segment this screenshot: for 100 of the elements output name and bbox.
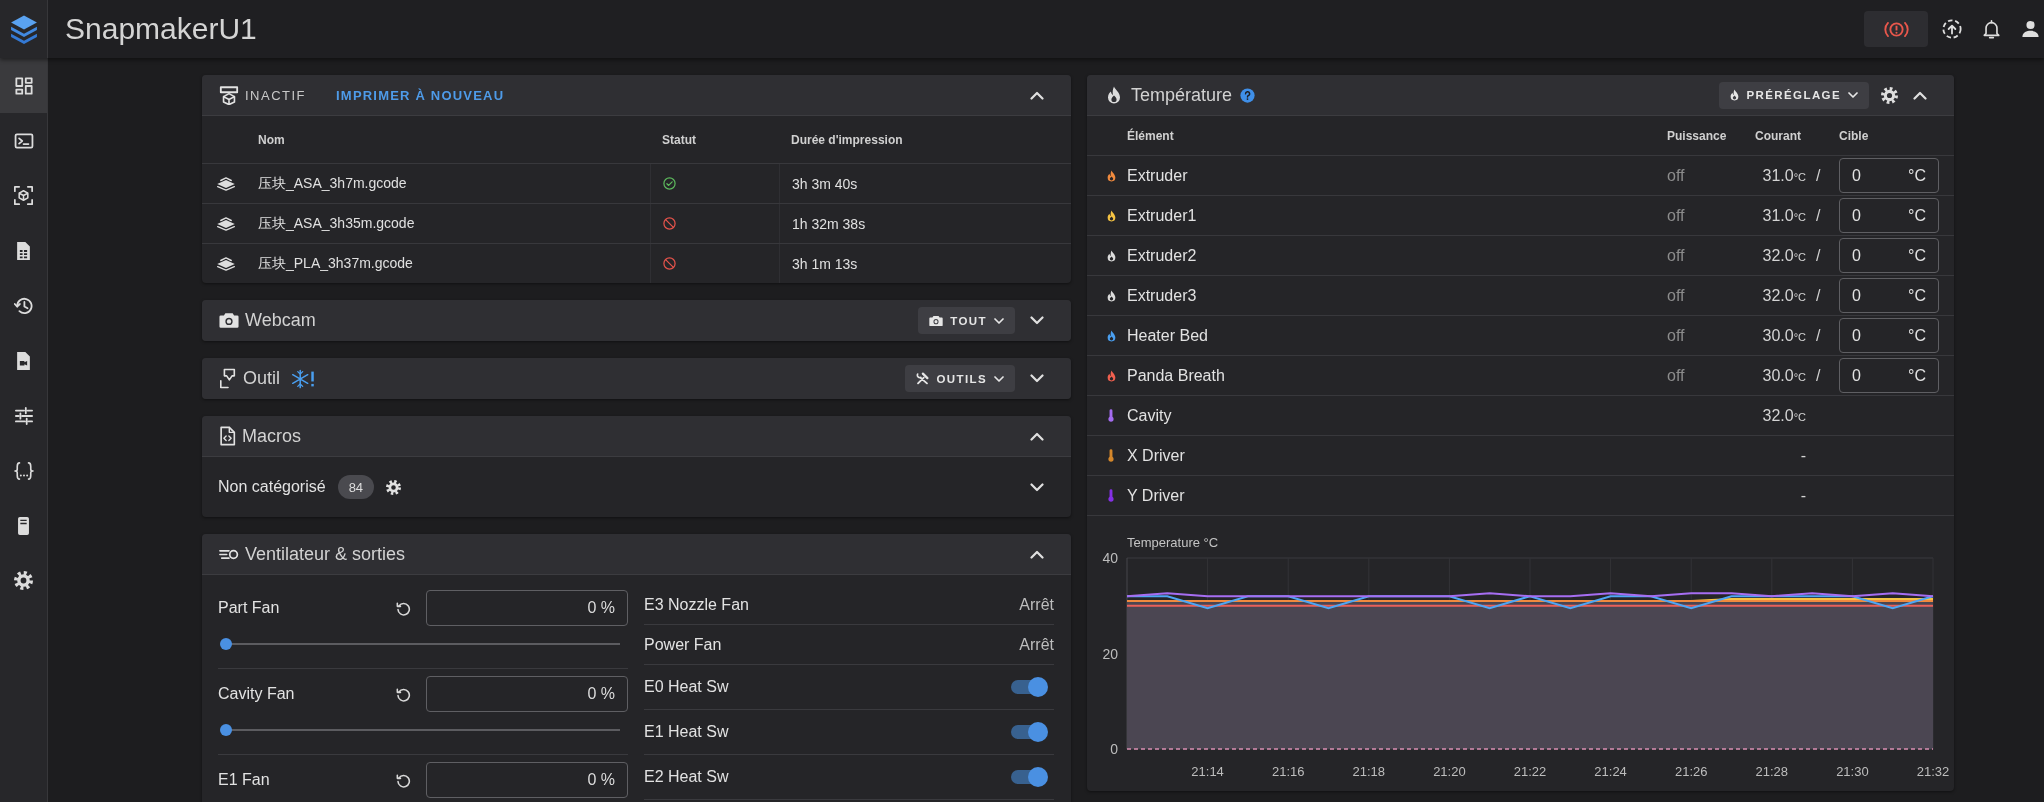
target-temp-field[interactable]: 0 °C bbox=[1839, 238, 1939, 273]
target-temp-field[interactable]: 0 °C bbox=[1839, 278, 1939, 313]
part-thumbnail-icon bbox=[216, 176, 236, 191]
slash-separator: / bbox=[1816, 326, 1821, 345]
sensor-name: Y Driver bbox=[1127, 486, 1186, 505]
output-state: Arrêt bbox=[1019, 595, 1054, 614]
current-temp: 32.0°C bbox=[1761, 406, 1806, 425]
chevron-up-icon[interactable] bbox=[1913, 90, 1927, 100]
chevron-up-icon[interactable] bbox=[1030, 431, 1044, 441]
chevron-down-icon[interactable] bbox=[1030, 316, 1044, 325]
column-header: Cible bbox=[1838, 128, 1870, 143]
menu-button[interactable]: TOUT bbox=[918, 307, 1015, 334]
fan-speed-field[interactable]: 0 % bbox=[426, 762, 628, 798]
fan-speed-field[interactable]: 0 % bbox=[426, 590, 628, 626]
server-icon bbox=[17, 515, 30, 536]
output-name: Power Fan bbox=[644, 635, 722, 654]
x-tick-label: 21:32 bbox=[1916, 764, 1950, 779]
x-tick-label: 21:24 bbox=[1594, 764, 1627, 779]
slash-separator: / bbox=[1816, 166, 1821, 185]
power-cell-text: off bbox=[1666, 206, 1686, 225]
help-icon[interactable] bbox=[1240, 87, 1256, 103]
panel-title: Outil bbox=[243, 368, 280, 389]
output-name: E2 Heat Sw bbox=[644, 768, 729, 786]
sensor-name: X Driver bbox=[1127, 446, 1186, 465]
fan-name: Cavity Fan bbox=[218, 685, 295, 703]
panel-title: Webcam bbox=[245, 310, 316, 331]
current-temp: 31.0°C bbox=[1761, 206, 1806, 225]
code-braces-icon bbox=[13, 461, 34, 480]
account-icon[interactable] bbox=[2022, 20, 2039, 38]
power-cell-text: off bbox=[1666, 166, 1686, 185]
column-header: Puissance bbox=[1666, 128, 1728, 143]
sensor-name: Extruder1 bbox=[1127, 206, 1198, 225]
preset-button[interactable]: PRÉRÉGLAGE bbox=[1719, 81, 1869, 109]
output-name: E1 Heat Sw bbox=[644, 723, 729, 741]
bell-icon[interactable] bbox=[1983, 19, 2000, 39]
nozzle-icon bbox=[219, 367, 237, 390]
reset-icon[interactable] bbox=[396, 772, 411, 788]
current-temp: 30.0°C bbox=[1761, 326, 1806, 345]
flame-icon bbox=[1730, 89, 1740, 101]
reprint-button[interactable]: IMPRIMER À NOUVEAU bbox=[320, 79, 521, 111]
panel-title: Température bbox=[1131, 84, 1233, 106]
part-thumbnail-icon bbox=[216, 216, 236, 231]
power-cell-text: off bbox=[1666, 326, 1686, 345]
x-tick-label: 21:18 bbox=[1352, 764, 1386, 779]
power-cell-text: off bbox=[1666, 286, 1686, 305]
chevron-down-icon bbox=[994, 375, 1004, 382]
duration-cell: 1h 32m 38s bbox=[779, 204, 1071, 243]
fan-name: E1 Fan bbox=[218, 771, 270, 789]
emergency-stop-button[interactable] bbox=[1864, 11, 1928, 47]
file-table-icon bbox=[16, 240, 31, 261]
column-header: Élément bbox=[1127, 128, 1175, 143]
slash-separator: / bbox=[1816, 206, 1821, 225]
nav-button[interactable] bbox=[0, 58, 47, 113]
reset-icon[interactable] bbox=[396, 686, 411, 702]
column-header: Courant bbox=[1754, 128, 1802, 143]
target-temp-field[interactable]: 0 °C bbox=[1839, 358, 1939, 393]
gear-icon[interactable] bbox=[386, 479, 402, 495]
chevron-up-icon[interactable] bbox=[1030, 549, 1044, 559]
upload-icon[interactable] bbox=[1942, 19, 1962, 39]
current-temp: 31.0°C bbox=[1761, 166, 1806, 185]
reset-icon[interactable] bbox=[396, 600, 411, 616]
flame-icon bbox=[1107, 86, 1121, 104]
target-temp-field[interactable]: 0 °C bbox=[1839, 158, 1939, 193]
chevron-down-icon[interactable] bbox=[1030, 482, 1044, 492]
duration-cell: 3h 1m 13s bbox=[779, 244, 1071, 283]
file-name-cell-text: 压块_ASA_3h35m.gcode bbox=[257, 213, 416, 233]
fan-speed-field[interactable]: 0 % bbox=[426, 676, 628, 712]
toggle-switch[interactable] bbox=[1010, 767, 1048, 787]
target-temp-field[interactable]: 0 °C bbox=[1839, 318, 1939, 353]
sensor-name: Panda Breath bbox=[1127, 366, 1226, 385]
slash-separator: / bbox=[1816, 366, 1821, 385]
output-name: E3 Nozzle Fan bbox=[644, 595, 749, 614]
slider-thumb[interactable] bbox=[220, 724, 232, 736]
fan-name: Part Fan bbox=[218, 599, 280, 617]
fan-icon bbox=[219, 548, 239, 560]
column-header: Durée d'impression bbox=[790, 132, 904, 147]
camera-icon bbox=[929, 314, 944, 327]
chevron-up-icon[interactable] bbox=[1030, 90, 1044, 100]
slash-separator: / bbox=[1816, 286, 1821, 305]
chevron-down-icon[interactable] bbox=[1030, 374, 1044, 383]
target-temp-field[interactable]: 0 °C bbox=[1839, 198, 1939, 233]
output-state: Arrêt bbox=[1019, 635, 1054, 654]
x-tick-label: 21:26 bbox=[1674, 764, 1708, 779]
toggle-switch[interactable] bbox=[1010, 677, 1048, 697]
x-tick-label: 21:14 bbox=[1191, 764, 1224, 779]
macro-group-name[interactable]: Non catégorisé bbox=[218, 478, 326, 496]
sensor-name: Extruder3 bbox=[1127, 286, 1198, 305]
sliders-icon bbox=[14, 406, 33, 425]
current-temp: - bbox=[1799, 486, 1806, 505]
gear-icon[interactable] bbox=[1881, 86, 1898, 104]
axis-title: Temperature °C bbox=[1127, 535, 1219, 550]
printer-state: INACTIF bbox=[245, 87, 307, 103]
menu-button[interactable]: OUTILS bbox=[905, 365, 1015, 392]
slider-thumb[interactable] bbox=[220, 638, 232, 650]
toggle-switch[interactable] bbox=[1010, 722, 1048, 742]
file-name-cell-text: 压块_ASA_3h7m.gcode bbox=[257, 173, 408, 193]
duration-cell: 3h 3m 40s bbox=[779, 164, 1071, 203]
printer-icon bbox=[219, 85, 239, 105]
console-icon bbox=[13, 132, 34, 149]
cube-scan-icon bbox=[14, 186, 33, 205]
